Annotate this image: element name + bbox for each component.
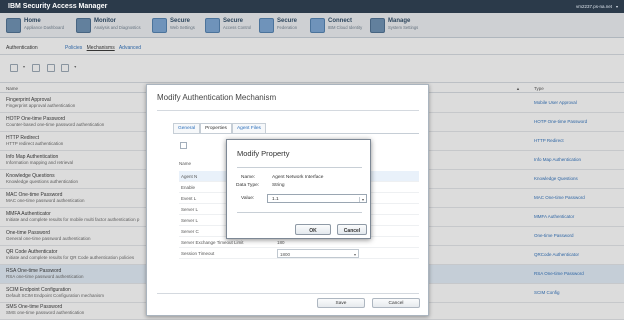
datatype-value: String — [272, 183, 285, 188]
property-value: 1800 — [280, 251, 291, 257]
property-value: 180 — [277, 240, 285, 245]
value-current: 1.1 — [272, 196, 279, 202]
property-name: Server Exchange Timeout Limit — [181, 240, 244, 245]
cancel-button[interactable]: Cancel — [337, 224, 367, 235]
app-title: IBM Security Access Manager — [8, 3, 108, 10]
dialog-title: Modify Property — [237, 149, 290, 158]
divider — [237, 167, 362, 168]
session-timeout-select[interactable]: 1800 ▾ — [277, 249, 359, 258]
modify-property-dialog: Modify Property Name: Agent Network Inte… — [226, 139, 371, 239]
chevron-down-icon[interactable]: ▾ — [358, 196, 364, 202]
modal-tabs: General Properties Agent Files — [173, 123, 266, 133]
divider — [173, 133, 419, 134]
tab-agent-files[interactable]: Agent Files — [231, 123, 266, 133]
app-titlebar: IBM Security Access Manager vm2237.ps-na… — [0, 0, 624, 13]
property-row[interactable]: Session Timeout 1800 ▾ — [179, 248, 419, 259]
property-name: Server C — [181, 229, 199, 234]
user-menu[interactable]: vm2237.ps-na.net — [576, 4, 612, 9]
properties-name-header: Name — [179, 161, 192, 166]
divider — [237, 212, 362, 213]
divider — [157, 293, 419, 294]
property-name: Server L — [181, 218, 199, 223]
ok-button[interactable]: OK — [295, 224, 331, 235]
divider — [157, 110, 419, 111]
property-name: Session Timeout — [181, 251, 215, 256]
modal-title: Modify Authentication Mechanism — [157, 93, 277, 102]
datatype-label: Data Type: — [236, 183, 260, 188]
save-button[interactable]: Save — [317, 298, 365, 308]
user-menu-chevron-down-icon[interactable]: ▾ — [616, 4, 618, 9]
property-name: Enable — [181, 185, 196, 190]
name-label: Name: — [241, 175, 256, 180]
name-value: Agent Network Interface — [272, 175, 324, 180]
edit-icon[interactable] — [180, 142, 187, 149]
property-name: Event L — [181, 196, 197, 201]
property-name: Server L — [181, 207, 199, 212]
tab-properties[interactable]: Properties — [200, 123, 232, 133]
value-select[interactable]: 1.1 ▾ — [267, 194, 367, 203]
cancel-button[interactable]: Cancel — [372, 298, 420, 308]
property-name: Agent N — [181, 174, 198, 179]
chevron-down-icon: ▾ — [353, 251, 356, 257]
tab-general[interactable]: General — [173, 123, 201, 133]
value-label: Value: — [241, 196, 255, 201]
